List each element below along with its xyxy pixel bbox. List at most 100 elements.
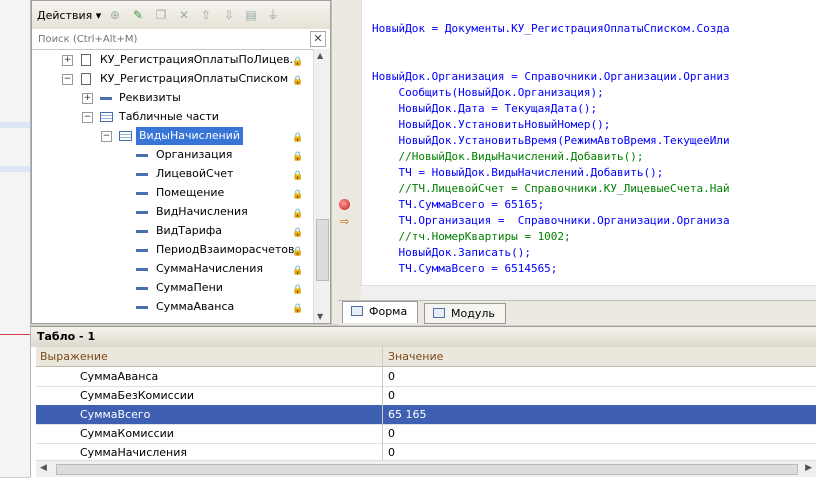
- code-horizontal-scrollbar[interactable]: [361, 285, 816, 300]
- table-row[interactable]: СуммаНачисления 0: [36, 443, 816, 461]
- copy-icon[interactable]: ❐: [154, 8, 168, 22]
- table-row[interactable]: СуммаБезКомиссии 0: [36, 386, 816, 406]
- tree-item[interactable]: − Табличные части: [32, 108, 314, 126]
- collapse-icon[interactable]: −: [101, 131, 112, 142]
- tree-item-label: СуммаПени: [156, 281, 223, 294]
- tab-module[interactable]: Модуль: [424, 303, 506, 324]
- actions-menu-button[interactable]: Действия ▾: [37, 9, 101, 22]
- tree-toolbar: Действия ▾ ⊕ ✎ ❐ ✕ ⇧ ⇩ ▤ ⏚: [32, 1, 330, 30]
- current-line-arrow-icon: ⇨: [340, 215, 350, 228]
- attribute-icon: [136, 249, 148, 252]
- scrollbar-thumb[interactable]: [56, 464, 798, 475]
- expand-icon[interactable]: +: [82, 93, 93, 104]
- lock-icon: 🔒: [292, 76, 304, 86]
- code-line[interactable]: НовыйДок.Дата = ТекущаяДата();: [372, 102, 597, 115]
- table-row-selected[interactable]: СуммаВсего 65 165: [36, 405, 816, 425]
- tree-item-label: КУ_РегистрацияОплатыСписком: [100, 72, 289, 85]
- code-editor[interactable]: НовыйДок = Документы.КУ_РегистрацияОплат…: [361, 0, 816, 300]
- tree-item-selected[interactable]: − ВидыНачислений 🔒: [32, 127, 314, 145]
- code-line[interactable]: //тч.НомерКвартиры = 1002;: [372, 230, 570, 243]
- tree-item-label: Организация: [156, 148, 233, 161]
- tree-item-label: СуммаАванса: [156, 300, 235, 313]
- column-divider: [382, 443, 383, 460]
- tree-item[interactable]: + Реквизиты: [32, 89, 314, 107]
- expression-cell: СуммаБезКомиссии: [80, 389, 195, 402]
- tree-item[interactable]: ВидТарифа 🔒: [32, 222, 314, 240]
- code-line[interactable]: НовыйДок = Документы.КУ_РегистрацияОплат…: [372, 22, 730, 35]
- tree-item[interactable]: СуммаНачисления 🔒: [32, 260, 314, 278]
- column-divider: [382, 424, 383, 443]
- scroll-left-icon[interactable]: ◀: [40, 463, 47, 473]
- column-header-value[interactable]: Значение: [384, 347, 443, 366]
- move-up-icon[interactable]: ⇧: [199, 8, 213, 22]
- scroll-down-icon[interactable]: ▼: [317, 312, 323, 321]
- table-row[interactable]: СуммаАванса 0: [36, 367, 816, 387]
- value-cell: 0: [388, 370, 395, 383]
- clear-search-icon[interactable]: ✕: [310, 31, 326, 47]
- attribute-icon: [136, 211, 148, 214]
- tree-item[interactable]: ВидНачисления 🔒: [32, 203, 314, 221]
- background-bar: [0, 122, 30, 128]
- lock-icon: 🔒: [292, 190, 304, 200]
- code-line[interactable]: ТЧ.СуммаВсего = 6514565;: [372, 262, 557, 275]
- tree-item[interactable]: + КУ_РегистрацияОплатыПоЛицев... 🔒: [32, 51, 314, 69]
- tree-search-bar: ✕: [32, 29, 330, 50]
- lock-icon: 🔒: [292, 285, 304, 295]
- code-line[interactable]: ТЧ.Организация = Справочники.Организации…: [372, 214, 729, 227]
- lock-icon: 🔒: [292, 247, 304, 257]
- document-icon: [81, 54, 91, 66]
- document-icon: [81, 73, 91, 85]
- tree-item[interactable]: ПериодВзаиморасчетов 🔒: [32, 241, 314, 259]
- table-parts-icon: [100, 112, 113, 122]
- tree-item-label: СуммаНачисления: [156, 262, 263, 275]
- code-line[interactable]: ТЧ.СуммаВсего = 65165;: [372, 198, 544, 211]
- code-line[interactable]: //НовыйДок.ВидыНачислений.Добавить();: [372, 150, 643, 163]
- table-horizontal-scrollbar[interactable]: ◀ ▶: [36, 460, 816, 477]
- background-bar: [0, 166, 30, 172]
- tree-item[interactable]: − КУ_РегистрацияОплатыСписком 🔒: [32, 70, 314, 88]
- code-line[interactable]: НовыйДок.Записать();: [372, 246, 530, 259]
- watch-table-panel: Табло - 1 Выражение Значение СуммаАванса…: [31, 326, 816, 478]
- tree-scrollbar[interactable]: ▲ ▼: [313, 49, 330, 323]
- tab-label: Модуль: [451, 307, 495, 320]
- code-line[interactable]: ТЧ = НовыйДок.ВидыНачислений.Добавить();: [372, 166, 663, 179]
- tree-search-input[interactable]: [36, 31, 310, 48]
- scrollbar-thumb[interactable]: [316, 219, 329, 281]
- code-line[interactable]: НовыйДок.Организация = Справочники.Орган…: [372, 70, 730, 83]
- value-cell: 0: [388, 446, 395, 459]
- tree-item[interactable]: СуммаПени 🔒: [32, 279, 314, 297]
- column-divider: [382, 405, 383, 424]
- add-icon[interactable]: ⊕: [108, 8, 122, 22]
- code-line[interactable]: НовыйДок.УстановитьВремя(РежимАвтоВремя.…: [372, 134, 729, 147]
- move-down-icon[interactable]: ⇩: [222, 8, 236, 22]
- code-line[interactable]: Сообщить(НовыйДок.Организация);: [372, 86, 603, 99]
- code-line[interactable]: //ТЧ.ЛицевойСчет = Справочники.КУ_Лицевы…: [372, 182, 729, 195]
- panel-title: Табло - 1: [31, 327, 816, 347]
- collapse-icon[interactable]: −: [62, 74, 73, 85]
- filter-icon[interactable]: ⏚: [266, 8, 280, 22]
- tab-form[interactable]: Форма: [342, 301, 419, 323]
- scroll-right-icon[interactable]: ▶: [805, 463, 812, 473]
- table-row[interactable]: СуммаКомиссии 0: [36, 424, 816, 444]
- value-cell: 65 165: [388, 408, 427, 421]
- column-header-expression[interactable]: Выражение: [36, 347, 108, 366]
- tree-item[interactable]: СуммаАванса 🔒: [32, 298, 314, 316]
- tree-item[interactable]: Организация 🔒: [32, 146, 314, 164]
- code-line[interactable]: НовыйДок.УстановитьНовыйНомер();: [372, 118, 610, 131]
- sort-icon[interactable]: ▤: [244, 8, 258, 22]
- edit-pencil-icon[interactable]: ✎: [131, 8, 145, 22]
- expression-cell: СуммаНачисления: [80, 446, 187, 459]
- metadata-tree-panel: Действия ▾ ⊕ ✎ ❐ ✕ ⇧ ⇩ ▤ ⏚ ✕ + КУ_Регист…: [31, 0, 331, 324]
- scroll-up-icon[interactable]: ▲: [317, 51, 323, 60]
- tree-item[interactable]: ЛицевойСчет 🔒: [32, 165, 314, 183]
- delete-icon[interactable]: ✕: [177, 8, 191, 22]
- attributes-icon: [100, 97, 112, 100]
- breakpoint-icon[interactable]: [339, 199, 350, 210]
- column-divider[interactable]: [382, 347, 383, 366]
- attribute-icon: [136, 287, 148, 290]
- expand-icon[interactable]: +: [62, 55, 73, 66]
- collapse-icon[interactable]: −: [82, 112, 93, 123]
- tree-item-label: КУ_РегистрацияОплатыПоЛицев...: [100, 53, 301, 66]
- tree-item-label: ПериодВзаиморасчетов: [156, 243, 295, 256]
- tree-item[interactable]: Помещение 🔒: [32, 184, 314, 202]
